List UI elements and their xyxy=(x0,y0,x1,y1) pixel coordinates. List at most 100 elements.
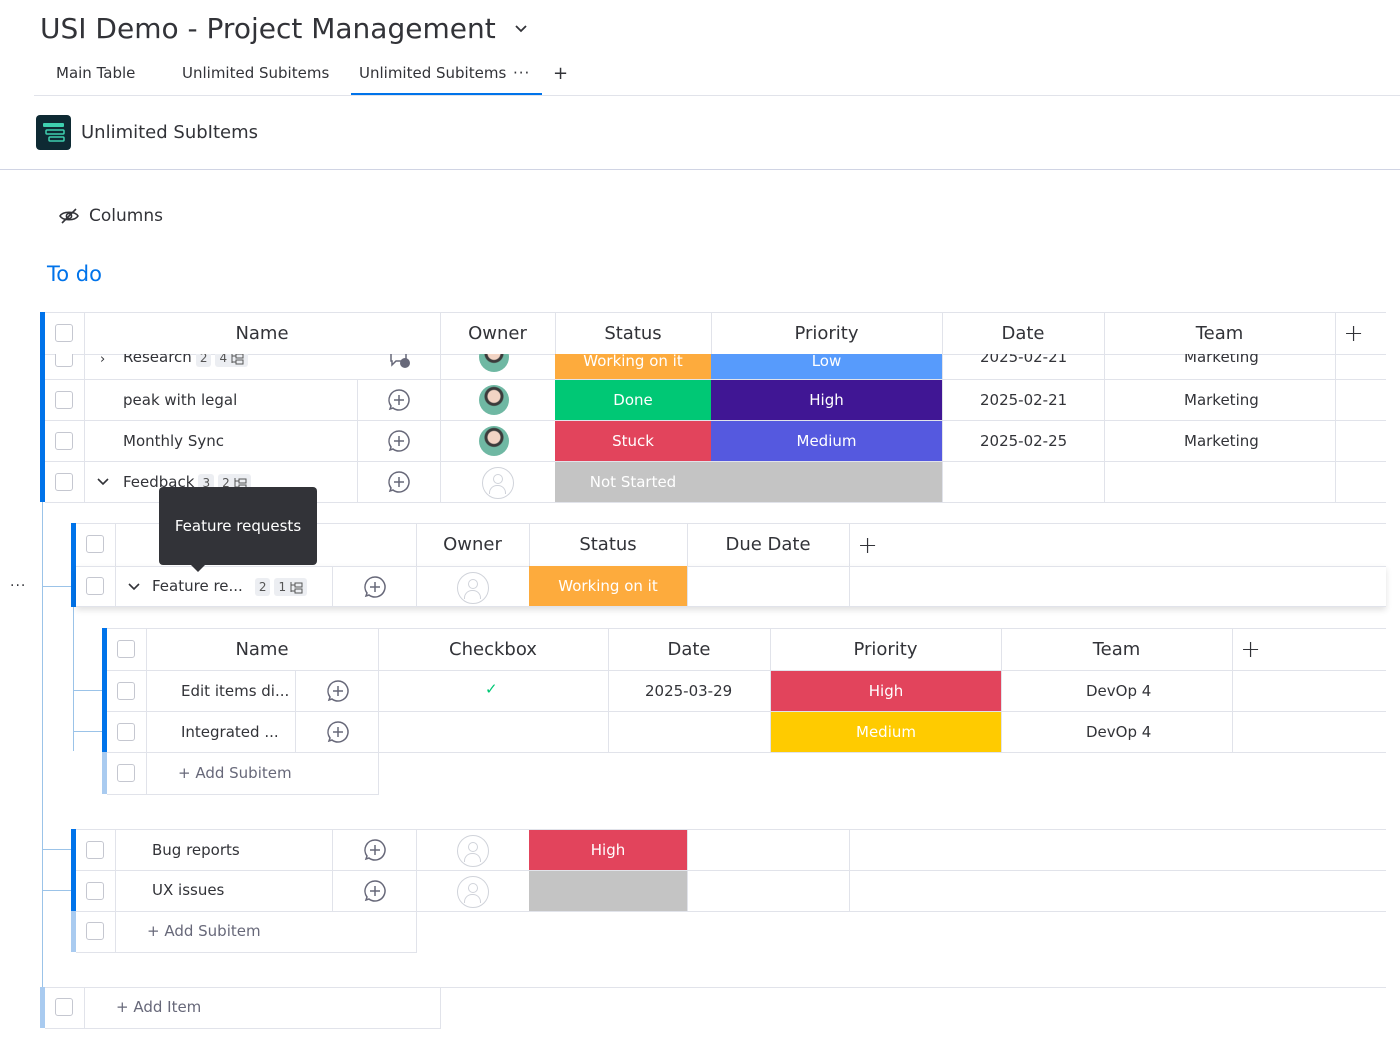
checkbox-check-icon[interactable]: ✓ xyxy=(485,680,498,698)
board-title-text: USI Demo - Project Management xyxy=(40,12,496,45)
add-column-button[interactable]: + xyxy=(1232,628,1269,670)
priority-cell[interactable]: Low xyxy=(711,354,942,379)
add-update-icon[interactable] xyxy=(326,720,350,744)
group-title[interactable]: To do xyxy=(47,262,102,286)
tab-more-icon[interactable]: ··· xyxy=(513,64,530,82)
avatar[interactable] xyxy=(479,385,509,415)
team-cell[interactable]: DevOp 4 xyxy=(1086,723,1151,741)
app-header-divider xyxy=(0,169,1400,170)
status-cell[interactable]: Not Started xyxy=(555,462,711,502)
team-cell[interactable]: Marketing xyxy=(1184,391,1259,409)
header-due-date: Due Date xyxy=(725,534,811,555)
header-owner: Owner xyxy=(468,322,527,344)
add-update-icon[interactable] xyxy=(387,470,411,494)
add-item-button[interactable]: + Add Item xyxy=(116,998,201,1016)
header-priority: Priority xyxy=(794,322,859,344)
item-name[interactable]: Feature re... xyxy=(152,577,243,595)
columns-label: Columns xyxy=(89,206,163,226)
status-cell[interactable]: Working on it xyxy=(555,354,711,379)
empty-avatar-icon[interactable] xyxy=(457,876,489,908)
header-checkbox: Checkbox xyxy=(449,638,537,660)
add-column-button[interactable]: + xyxy=(849,523,886,566)
team-cell[interactable]: DevOp 4 xyxy=(1086,682,1151,700)
add-update-icon[interactable] xyxy=(387,429,411,453)
add-update-icon[interactable] xyxy=(363,879,387,903)
add-update-icon[interactable] xyxy=(387,388,411,412)
header-owner: Owner xyxy=(443,534,502,555)
header-name: Name xyxy=(235,638,289,660)
header-team: Team xyxy=(1092,638,1141,660)
header-date: Date xyxy=(1001,322,1045,344)
add-subitem-button[interactable]: + Add Subitem xyxy=(178,764,292,782)
date-cell[interactable]: 2025-02-21 xyxy=(980,391,1067,409)
tooltip-arrow xyxy=(191,565,205,572)
group-color-bar xyxy=(40,312,45,502)
header-status: Status xyxy=(604,322,662,344)
tree-connector xyxy=(42,502,43,987)
add-update-icon[interactable] xyxy=(363,575,387,599)
team-cell[interactable]: Marketing xyxy=(1184,432,1259,450)
item-name[interactable]: UX issues xyxy=(152,881,224,899)
header-status: Status xyxy=(579,534,637,555)
select-all-checkbox[interactable] xyxy=(117,640,135,658)
priority-cell[interactable]: Medium xyxy=(711,421,942,461)
board-title[interactable]: USI Demo - Project Management xyxy=(40,12,529,45)
priority-cell[interactable]: Medium xyxy=(771,712,1001,752)
updates-icon[interactable] xyxy=(387,354,411,370)
status-cell[interactable] xyxy=(529,871,687,911)
status-cell[interactable]: High xyxy=(529,830,687,870)
priority-cell[interactable]: High xyxy=(711,380,942,420)
tabs-divider xyxy=(34,95,1400,96)
add-update-icon[interactable] xyxy=(326,679,350,703)
expand-chevron-icon[interactable]: › xyxy=(100,354,105,367)
item-name[interactable]: Integrated ... xyxy=(181,723,279,741)
tooltip: Feature requests xyxy=(159,487,317,565)
tab-unlimited-subitems-1[interactable]: Unlimited Subitems xyxy=(182,64,329,82)
chevron-down-icon[interactable] xyxy=(513,20,529,36)
header-priority: Priority xyxy=(853,638,918,660)
tab-unlimited-subitems-2[interactable]: Unlimited Subitems xyxy=(359,64,506,82)
eye-off-icon xyxy=(59,208,79,224)
subitem-count: 2 xyxy=(254,577,271,596)
priority-cell[interactable] xyxy=(711,462,942,502)
item-name[interactable]: Research xyxy=(123,354,192,366)
item-name[interactable]: Edit items di... xyxy=(181,682,289,700)
priority-cell[interactable]: High xyxy=(771,671,1001,711)
tab-main-table[interactable]: Main Table xyxy=(56,64,135,82)
add-update-icon[interactable] xyxy=(363,838,387,862)
empty-avatar-icon[interactable] xyxy=(482,467,514,499)
app-name: Unlimited SubItems xyxy=(81,122,259,143)
app-logo-icon xyxy=(36,115,71,150)
empty-avatar-icon[interactable] xyxy=(457,572,489,604)
subitem-count: 2 xyxy=(195,354,212,367)
avatar[interactable] xyxy=(479,354,509,372)
nested-count[interactable]: 1 xyxy=(274,577,308,596)
header-name: Name xyxy=(235,322,289,344)
item-name[interactable]: Bug reports xyxy=(152,841,240,859)
date-cell[interactable]: 2025-02-21 xyxy=(980,354,1067,366)
table-row[interactable]: › Research 2 4 Working on it Low 2025-02-2… xyxy=(45,354,1386,379)
date-cell[interactable]: 2025-02-25 xyxy=(980,432,1067,450)
status-cell[interactable]: Stuck xyxy=(555,421,711,461)
add-subitem-button[interactable]: + Add Subitem xyxy=(147,922,261,940)
empty-avatar-icon[interactable] xyxy=(457,835,489,867)
tooltip-text: Feature requests xyxy=(174,517,302,535)
header-date: Date xyxy=(667,638,711,660)
status-cell[interactable]: Done xyxy=(555,380,711,420)
avatar[interactable] xyxy=(479,426,509,456)
select-all-checkbox[interactable] xyxy=(86,535,104,553)
team-cell[interactable]: Marketing xyxy=(1184,354,1259,366)
date-cell[interactable]: 2025-03-29 xyxy=(645,682,732,700)
header-team: Team xyxy=(1195,322,1244,344)
nested-count[interactable]: 4 xyxy=(215,354,249,367)
columns-button[interactable]: Columns xyxy=(58,203,163,229)
row-menu-icon[interactable]: ··· xyxy=(10,578,26,594)
add-column-button[interactable]: + xyxy=(1335,312,1372,354)
item-name[interactable]: Monthly Sync xyxy=(123,432,224,450)
item-name[interactable]: peak with legal xyxy=(123,391,237,409)
collapse-chevron-icon[interactable] xyxy=(96,475,110,489)
add-view-icon[interactable]: + xyxy=(553,63,568,84)
status-cell[interactable]: Working on it xyxy=(529,566,687,606)
collapse-chevron-icon[interactable] xyxy=(127,580,141,594)
select-all-checkbox[interactable] xyxy=(55,324,73,342)
